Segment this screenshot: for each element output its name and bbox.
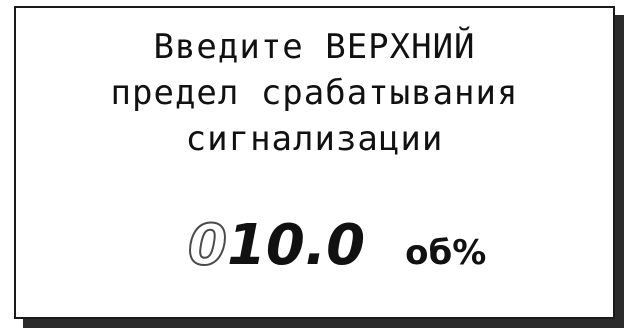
- threshold-value: 10.0: [226, 213, 366, 278]
- prompt-line-1: Введите ВЕРХНИЙ: [153, 27, 476, 67]
- lcd-display: Введите ВЕРХНИЙ предел срабатывания сигн…: [14, 6, 615, 319]
- threshold-value-field[interactable]: 0 10.0 об%: [187, 212, 487, 283]
- prompt-text: Введите ВЕРХНИЙ предел срабатывания сигн…: [16, 24, 613, 162]
- prompt-line-2: предел срабатывания: [110, 73, 519, 113]
- editing-cursor-digit[interactable]: 0: [187, 212, 228, 279]
- unit-label: об%: [405, 233, 487, 273]
- prompt-line-3: сигнализации: [185, 119, 444, 159]
